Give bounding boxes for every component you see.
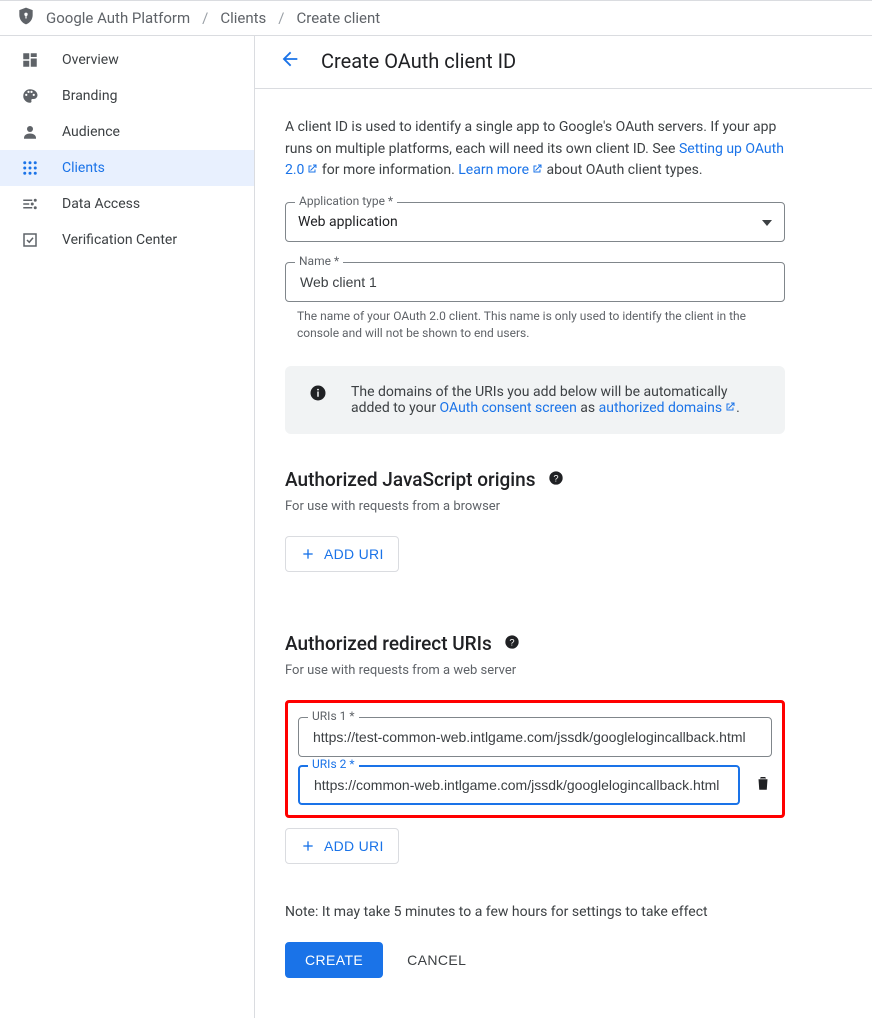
help-icon[interactable]: ? <box>548 468 564 491</box>
svg-text:?: ? <box>553 473 558 483</box>
redirect-uris-title: Authorized redirect URIs ? <box>285 632 785 655</box>
sidebar-item-label: Data Access <box>62 196 140 212</box>
note-text: Note: It may take 5 minutes to a few hou… <box>285 904 785 920</box>
content-area: Create OAuth client ID A client ID is us… <box>255 36 872 1018</box>
name-field: Name * <box>285 262 785 302</box>
field-label: URIs 2 * <box>308 757 359 771</box>
uri-2-input[interactable] <box>312 776 726 794</box>
info-icon <box>309 384 327 406</box>
apps-icon <box>20 159 40 177</box>
js-origins-sub: For use with requests from a browser <box>285 499 785 514</box>
breadcrumb-leaf: Create client <box>296 9 380 27</box>
dashboard-icon <box>20 51 40 69</box>
name-helper: The name of your OAuth 2.0 client. This … <box>297 308 785 342</box>
uri-1-input[interactable] <box>311 728 759 746</box>
check-box-icon <box>20 231 40 249</box>
application-type-value: Web application <box>298 214 398 230</box>
help-icon[interactable]: ? <box>504 632 520 655</box>
breadcrumb-mid[interactable]: Clients <box>220 9 266 27</box>
page-title: Create OAuth client ID <box>321 49 516 73</box>
field-label: URIs 1 * <box>308 709 359 723</box>
delete-uri-button[interactable] <box>754 773 772 797</box>
create-button[interactable]: CREATE <box>285 942 383 978</box>
svg-text:?: ? <box>509 637 514 647</box>
redirect-uris-sub: For use with requests from a web server <box>285 663 785 678</box>
back-arrow-icon[interactable] <box>279 48 301 74</box>
info-box: The domains of the URIs you add below wi… <box>285 366 785 434</box>
sidebar-item-branding[interactable]: Branding <box>0 78 254 114</box>
field-label: Application type * <box>295 194 397 208</box>
sidebar-item-audience[interactable]: Audience <box>0 114 254 150</box>
sidebar: Overview Branding Audience Clients Data … <box>0 36 255 1018</box>
breadcrumb-sep: / <box>278 9 284 27</box>
add-redirect-uri-button[interactable]: ADD URI <box>285 828 399 864</box>
consent-screen-link[interactable]: OAuth consent screen <box>440 400 577 416</box>
field-label: Name * <box>295 254 343 268</box>
actions: CREATE CANCEL <box>285 942 785 978</box>
sidebar-item-label: Clients <box>62 160 105 176</box>
palette-icon <box>20 87 40 105</box>
breadcrumb-sep: / <box>202 9 208 27</box>
sidebar-item-label: Verification Center <box>62 232 177 248</box>
sidebar-item-verification[interactable]: Verification Center <box>0 222 254 258</box>
intro-text: A client ID is used to identify a single… <box>285 117 785 182</box>
sidebar-item-label: Branding <box>62 88 117 104</box>
learn-more-link[interactable]: Learn more <box>458 162 543 178</box>
sidebar-item-data-access[interactable]: Data Access <box>0 186 254 222</box>
page-header: Create OAuth client ID <box>255 36 872 89</box>
breadcrumb-root[interactable]: Google Auth Platform <box>46 9 190 27</box>
authorized-domains-link[interactable]: authorized domains <box>599 400 737 416</box>
sidebar-item-label: Audience <box>62 124 120 140</box>
highlight-box: URIs 1 * URIs 2 * <box>285 700 785 818</box>
breadcrumb-bar: Google Auth Platform / Clients / Create … <box>0 0 872 36</box>
add-js-uri-button[interactable]: ADD URI <box>285 536 399 572</box>
shield-icon <box>16 5 36 31</box>
uri-1-field: URIs 1 * <box>298 717 772 757</box>
sidebar-item-overview[interactable]: Overview <box>0 42 254 78</box>
sidebar-item-clients[interactable]: Clients <box>0 150 254 186</box>
dropdown-arrow-icon <box>762 214 772 230</box>
js-origins-title: Authorized JavaScript origins ? <box>285 468 785 491</box>
name-input[interactable] <box>298 273 772 291</box>
cancel-button[interactable]: CANCEL <box>401 951 472 969</box>
uri-2-field: URIs 2 * <box>298 765 740 805</box>
person-icon <box>20 123 40 141</box>
sidebar-item-label: Overview <box>62 52 119 68</box>
application-type-field[interactable]: Application type * Web application <box>285 202 785 242</box>
tune-icon <box>20 195 40 213</box>
